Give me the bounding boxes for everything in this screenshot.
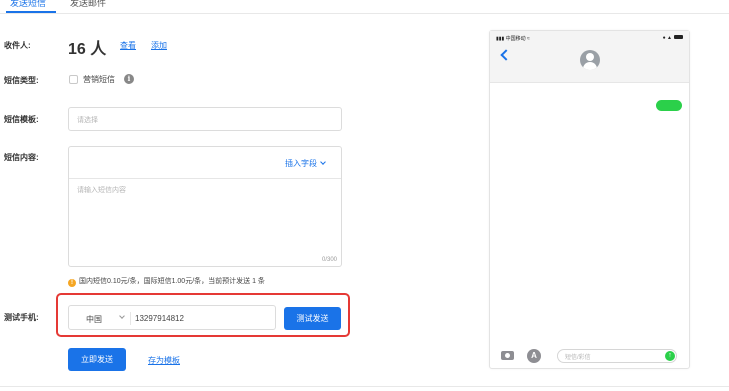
content-label: 短信内容: bbox=[4, 153, 39, 162]
country-select[interactable]: 中国 bbox=[86, 314, 102, 325]
pricing-note: ! 国内短信0.10元/条，国际短信1.00元/条，当前预计发送 1 条 bbox=[68, 276, 265, 287]
recipient-count: 16 人 bbox=[68, 41, 107, 58]
recipient-label: 收件人: bbox=[4, 41, 31, 50]
content-placeholder: 请输入短信内容 bbox=[77, 187, 126, 194]
phone-header: ▮▮▮ 中国移动 ≈ ● ▲ bbox=[490, 31, 689, 83]
phone-preview: ▮▮▮ 中国移动 ≈ ● ▲ A 短信/彩信 ↑ bbox=[489, 30, 690, 369]
avatar-icon bbox=[580, 50, 600, 70]
char-counter: 0/300 bbox=[321, 257, 337, 263]
carrier-name: 中国移动 bbox=[505, 36, 526, 42]
test-phone-label: 测试手机: bbox=[4, 313, 39, 322]
back-icon bbox=[500, 49, 512, 61]
view-recipients-link[interactable]: 查看 bbox=[120, 40, 136, 51]
send-arrow-icon: ↑ bbox=[665, 351, 675, 361]
template-label: 短信模板: bbox=[4, 115, 39, 124]
marketing-sms-checkbox[interactable] bbox=[69, 75, 78, 84]
insert-field-label: 插入字段 bbox=[285, 159, 317, 168]
camera-icon bbox=[501, 351, 514, 360]
tab-bar: 发送短信 发送邮件 bbox=[0, 0, 729, 14]
marketing-sms-label[interactable]: 营销短信 bbox=[83, 74, 115, 85]
active-tab-indicator bbox=[6, 11, 56, 13]
send-now-button[interactable]: 立即发送 bbox=[68, 348, 126, 371]
test-phone-input[interactable]: 中国 13297914812 bbox=[68, 305, 276, 330]
phone-compose-bar: A 短信/彩信 ↑ bbox=[490, 342, 689, 369]
message-input: 短信/彩信 ↑ bbox=[557, 349, 677, 363]
chevron-down-icon bbox=[119, 313, 125, 319]
tab-send-email[interactable]: 发送邮件 bbox=[70, 0, 106, 9]
chevron-down-icon bbox=[320, 159, 326, 165]
app-store-icon: A bbox=[527, 349, 541, 363]
carrier-label: ▮▮▮ 中国移动 ≈ bbox=[496, 36, 530, 42]
sms-content-editor[interactable]: 插入字段 请输入短信内容 0/300 bbox=[68, 146, 342, 267]
warning-icon: ! bbox=[68, 279, 76, 287]
pricing-note-text: 国内短信0.10元/条，国际短信1.00元/条，当前预计发送 1 条 bbox=[79, 278, 265, 285]
phone-number-value[interactable]: 13297914812 bbox=[135, 314, 184, 323]
add-recipients-link[interactable]: 添加 bbox=[151, 40, 167, 51]
sms-type-label: 短信类型: bbox=[4, 76, 39, 85]
battery-icon bbox=[674, 35, 683, 39]
message-bubble bbox=[656, 100, 682, 111]
status-icons: ● ▲ bbox=[663, 35, 683, 41]
template-select[interactable]: 请选择 bbox=[68, 107, 342, 131]
tab-send-sms[interactable]: 发送短信 bbox=[10, 0, 46, 9]
info-icon[interactable]: i bbox=[124, 74, 134, 84]
save-template-link[interactable]: 存为模板 bbox=[148, 355, 180, 366]
bottom-divider bbox=[0, 386, 729, 387]
input-separator bbox=[130, 312, 131, 325]
template-placeholder: 请选择 bbox=[77, 117, 98, 124]
test-send-button[interactable]: 测试发送 bbox=[284, 307, 341, 330]
message-placeholder: 短信/彩信 bbox=[565, 355, 591, 361]
insert-field-dropdown[interactable]: 插入字段 bbox=[285, 158, 326, 169]
content-toolbar: 插入字段 bbox=[69, 147, 341, 179]
